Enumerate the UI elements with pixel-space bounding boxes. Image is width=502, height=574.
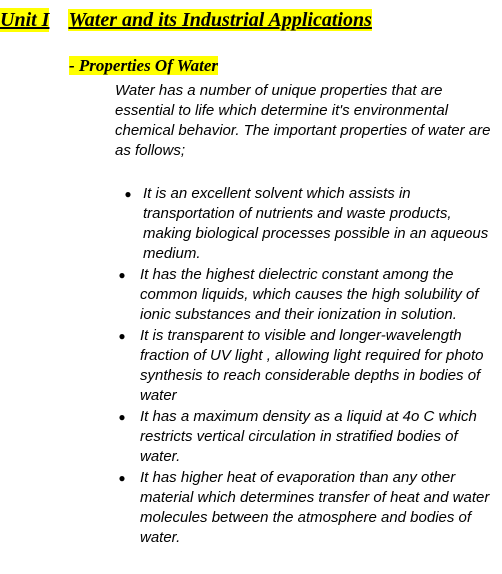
list-item-text: It has a maximum density as a liquid at … (140, 408, 477, 465)
list-item: ● It has a maximum density as a liquid a… (112, 407, 502, 467)
list-item: ● It has higher heat of evaporation than… (112, 468, 502, 548)
bullet-icon: ● (118, 471, 126, 485)
bullet-icon: ● (118, 268, 126, 282)
properties-list: ● It is an excellent solvent which assis… (112, 184, 502, 549)
list-item-text: It is transparent to visible and longer-… (140, 327, 484, 404)
list-item: ● It is an excellent solvent which assis… (118, 184, 502, 264)
unit-title: Water and its Industrial Applications (68, 9, 372, 31)
intro-paragraph: Water has a number of unique properties … (115, 82, 491, 159)
bullet-icon: ● (118, 410, 126, 424)
list-item-text: It has higher heat of evaporation than a… (140, 469, 490, 546)
bullet-icon: ● (124, 187, 132, 201)
list-item: ● It is transparent to visible and longe… (112, 326, 502, 406)
list-item-text: It has the highest dielectric constant a… (140, 266, 479, 323)
section-title: - Properties Of Water (69, 56, 219, 75)
section-heading: - Properties Of Water (69, 56, 219, 76)
unit-label: Unit I (0, 8, 50, 32)
bullet-icon: ● (118, 329, 126, 343)
list-item: ● It has the highest dielectric constant… (112, 265, 502, 325)
unit-heading: Unit I Water and its Industrial Applicati… (0, 8, 372, 32)
list-item-text: It is an excellent solvent which assists… (143, 185, 489, 262)
